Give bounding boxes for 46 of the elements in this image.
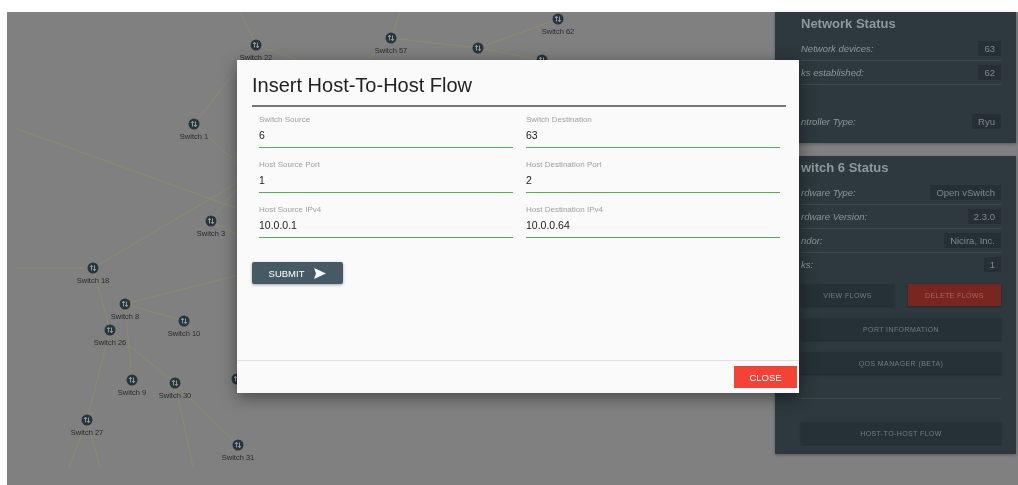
dialog-title: Insert Host-To-Host Flow (252, 74, 786, 107)
input-field[interactable]: 1 (259, 174, 513, 193)
card-title: Network Status (801, 16, 897, 31)
status-label: ks: (801, 259, 814, 270)
send-icon (314, 267, 327, 279)
switch-icon[interactable] (188, 118, 200, 130)
status-value: Ryu (972, 114, 1001, 129)
switch-icon[interactable] (250, 39, 262, 51)
status-label: ntroller Type: (801, 116, 856, 127)
switch-icon[interactable] (205, 215, 217, 227)
switch-icon[interactable] (385, 32, 397, 44)
input-field[interactable]: 63 (526, 129, 780, 148)
field-label: Host Source IPv4 (259, 205, 323, 214)
status-value: Open vSwitch (930, 185, 1001, 200)
switch-icon[interactable] (81, 414, 93, 426)
switch-icon[interactable] (119, 298, 131, 310)
field-label: Host Destination IPv4 (526, 205, 604, 214)
status-value: 2.3.0 (967, 209, 1001, 224)
submit-button[interactable]: SUBMIT (252, 262, 343, 284)
field-label: Switch Destination (526, 115, 593, 124)
close-button[interactable]: CLOSE (734, 366, 797, 388)
input-field[interactable]: 2 (526, 174, 780, 193)
switch-icon[interactable] (472, 42, 484, 54)
status-value: 63 (978, 41, 1001, 56)
status-value: 62 (978, 65, 1001, 80)
field-label: Host Source Port (259, 160, 321, 169)
input-field[interactable]: 10.0.0.1 (259, 219, 513, 238)
status-label: rdware Type: (801, 187, 856, 198)
field-label: Switch Source (259, 115, 312, 124)
switch-icon[interactable] (178, 315, 190, 327)
input-field[interactable]: 10.0.0.64 (526, 219, 780, 238)
switch-icon[interactable] (126, 374, 138, 386)
status-label: Network devices: (801, 43, 874, 54)
status-label: ks established: (801, 67, 864, 78)
status-value: Nicira, Inc. (944, 233, 1001, 248)
switch-icon[interactable] (169, 377, 181, 389)
switch-icon[interactable] (232, 439, 244, 451)
switch-icon[interactable] (552, 13, 564, 25)
status-value: 1 (983, 257, 1001, 272)
status-label: rdware Version: (801, 211, 868, 222)
card-title: witch 6 Status (801, 160, 890, 175)
input-field[interactable]: 6 (259, 129, 513, 148)
switch-icon[interactable] (87, 262, 99, 274)
switch-icon[interactable] (104, 324, 116, 336)
status-label: ndor: (801, 235, 823, 246)
field-label: Host Destination Port (526, 160, 603, 169)
